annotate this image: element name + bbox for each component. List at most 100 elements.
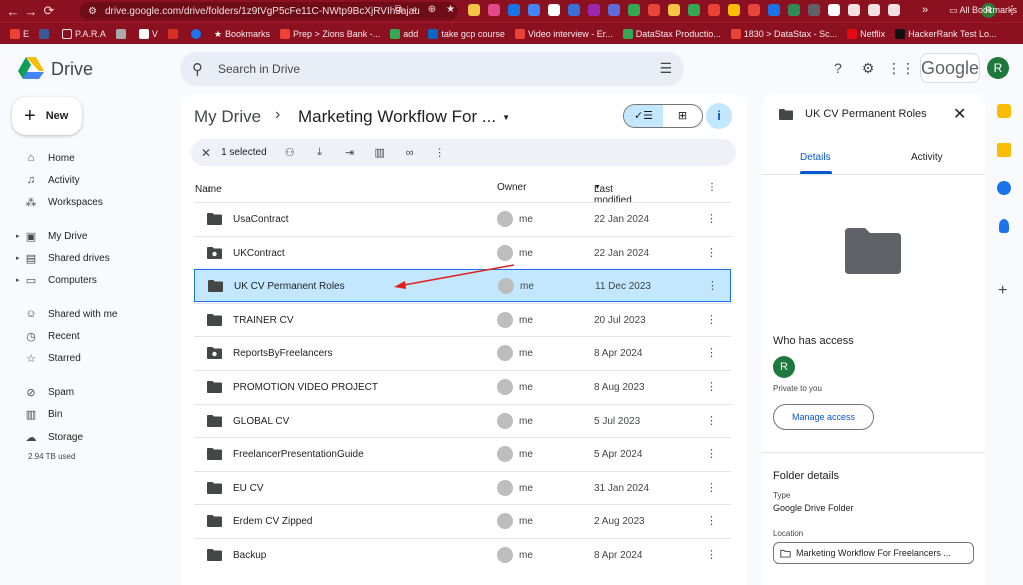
reload-icon[interactable]: ⟳ (40, 3, 58, 19)
sidebar-item-recent[interactable]: ◷ Recent (18, 327, 80, 345)
bookmark-item[interactable]: V (138, 28, 158, 39)
link-icon[interactable]: ∞ (403, 147, 417, 159)
tasks-icon[interactable] (997, 181, 1011, 195)
calendar-icon[interactable] (997, 104, 1011, 118)
sidebar-item-workspaces[interactable]: ⁂ Workspaces (18, 193, 103, 211)
extension-icon[interactable] (688, 4, 700, 16)
more-actions-icon[interactable]: ⋮ (706, 346, 717, 359)
share-person-icon[interactable]: ⚇ (283, 146, 297, 159)
extension-icon[interactable] (668, 4, 680, 16)
reading-list-icon[interactable] (848, 4, 860, 16)
table-row[interactable]: FreelancerPresentationGuide me 5 Apr 2024 ⋮ (194, 437, 731, 470)
sidebar-item-storage[interactable]: ☁ Storage (18, 428, 84, 446)
table-row[interactable]: ReportsByFreelancers me 8 Apr 2024 ⋮ (194, 336, 731, 369)
apps-grid-icon[interactable]: ⋮⋮ (887, 58, 915, 78)
table-row[interactable]: TRAINER CV me 20 Jul 2023 ⋮ (194, 302, 731, 336)
table-row[interactable]: PROMOTION VIDEO PROJECT me 8 Aug 2023 ⋮ (194, 370, 731, 403)
location-chip[interactable]: Marketing Workflow For Freelancers ... (773, 542, 974, 564)
keep-icon[interactable] (997, 143, 1011, 157)
table-row[interactable]: UsaContract me 22 Jan 2024 ⋮ (194, 202, 731, 235)
bookmark-star-icon[interactable]: ★ (446, 4, 455, 15)
more-actions-icon[interactable]: ⋮ (706, 380, 717, 393)
table-row[interactable]: UK CV Permanent Roles me 11 Dec 2023 ⋮ (194, 269, 731, 303)
extension-icon[interactable] (488, 4, 500, 16)
google-account-label[interactable]: Google (920, 53, 980, 83)
bookmark-item[interactable]: add (390, 28, 418, 39)
extension-icon[interactable] (728, 4, 740, 16)
search-input[interactable] (218, 58, 638, 80)
sidebar-item-shared-with-me[interactable]: ☺ Shared with me (18, 305, 117, 323)
extension-icon[interactable] (648, 4, 660, 16)
extension-icon[interactable] (808, 4, 820, 16)
sort-arrow-icon[interactable]: ↓ (207, 184, 212, 195)
manage-access-button[interactable]: Manage access (773, 404, 874, 430)
sidebar-item-my-drive[interactable]: ▸ ▣ My Drive (16, 227, 87, 245)
clear-selection-icon[interactable]: ✕ (201, 146, 211, 160)
help-icon[interactable]: ? (828, 58, 848, 78)
sidebar-item-computers[interactable]: ▸ ▭ Computers (16, 271, 97, 289)
bookmark-item[interactable] (39, 28, 52, 39)
table-row[interactable]: Erdem CV Zipped me 2 Aug 2023 ⋮ (194, 504, 731, 537)
expand-caret-icon[interactable]: ▸ (16, 254, 20, 262)
bookmark-item[interactable]: 1830 > DataStax - Sc... (730, 28, 837, 39)
back-icon[interactable]: ← (4, 4, 22, 19)
column-options-icon[interactable]: ⋮ (707, 182, 717, 193)
forward-icon[interactable]: → (22, 4, 40, 19)
bookmark-item[interactable]: Prep > Zions Bank -... (279, 28, 380, 39)
column-owner[interactable]: Owner (497, 182, 526, 193)
search-options-icon[interactable]: ☰ (659, 60, 672, 77)
contacts-icon[interactable] (999, 219, 1009, 233)
download-icon[interactable] (868, 4, 880, 16)
site-info-icon[interactable]: ⚙ (88, 6, 97, 17)
more-actions-icon[interactable]: ⋮ (706, 313, 717, 326)
sidebar-item-spam[interactable]: ⊘ Spam (18, 383, 74, 401)
extension-icon[interactable] (528, 4, 540, 16)
table-row[interactable]: EU CV me 31 Jan 2024 ⋮ (194, 470, 731, 504)
side-panel-icon[interactable] (888, 4, 900, 16)
more-actions-icon[interactable]: ⋮ (706, 447, 717, 460)
drive-logo-icon[interactable] (18, 56, 44, 80)
tab-details[interactable]: Details (800, 152, 831, 163)
bookmark-item[interactable]: DataStax Productio... (622, 28, 721, 39)
new-button[interactable]: + New (12, 97, 82, 135)
details-info-icon[interactable]: i (706, 103, 732, 129)
bookmark-item[interactable] (190, 28, 204, 39)
extension-icon[interactable] (608, 4, 620, 16)
more-actions-icon[interactable]: ⋮ (706, 514, 717, 527)
account-avatar[interactable]: R (987, 57, 1009, 79)
bookmark-item[interactable]: ★ Bookmarks (214, 29, 270, 39)
extension-icon[interactable] (788, 4, 800, 16)
table-row[interactable]: Backup me 8 Apr 2024 ⋮ (194, 538, 731, 571)
settings-gear-icon[interactable]: ⚙ (858, 58, 878, 78)
bookmark-item[interactable]: E (10, 28, 29, 39)
close-icon[interactable]: ✕ (953, 104, 966, 124)
extension-icon[interactable] (468, 4, 480, 16)
list-view-icon[interactable]: ✓☰ (624, 105, 663, 127)
extensions-puzzle-icon[interactable] (828, 4, 840, 16)
more-actions-icon[interactable]: ⋮ (706, 481, 717, 494)
search-icon[interactable]: ⚲ (192, 60, 203, 78)
more-actions-icon[interactable]: ⋮ (706, 246, 717, 259)
extension-icon[interactable] (548, 4, 560, 16)
bookmark-item[interactable]: Netflix (847, 28, 885, 39)
expand-caret-icon[interactable]: ▸ (16, 276, 20, 284)
all-bookmarks-button[interactable]: ▭ All Bookmarks (949, 5, 1017, 16)
extension-icon[interactable] (628, 4, 640, 16)
sidebar-item-activity[interactable]: ♫ Activity (18, 171, 80, 189)
extension-icon[interactable] (588, 4, 600, 16)
more-actions-icon[interactable]: ⋮ (707, 279, 718, 292)
zoom-icon[interactable]: ⌕ (412, 4, 418, 15)
sidebar-item-home[interactable]: ⌂ Home (18, 149, 75, 167)
extension-icon[interactable] (748, 4, 760, 16)
translate-icon[interactable]: ⊕ (428, 4, 436, 15)
more-actions-icon[interactable]: ⋮ (706, 212, 717, 225)
sidebar-item-starred[interactable]: ☆ Starred (18, 349, 81, 367)
more-actions-icon[interactable]: ⋮ (706, 414, 717, 427)
bookmarks-overflow-icon[interactable]: » (922, 4, 928, 16)
bookmark-item[interactable]: Video interview - Er... (514, 28, 613, 39)
download-icon[interactable]: ⤓ (313, 146, 327, 159)
extension-icon[interactable] (568, 4, 580, 16)
get-addons-icon[interactable]: + (998, 282, 1007, 300)
extension-icon[interactable] (708, 4, 720, 16)
more-actions-icon[interactable]: ⋮ (706, 548, 717, 561)
